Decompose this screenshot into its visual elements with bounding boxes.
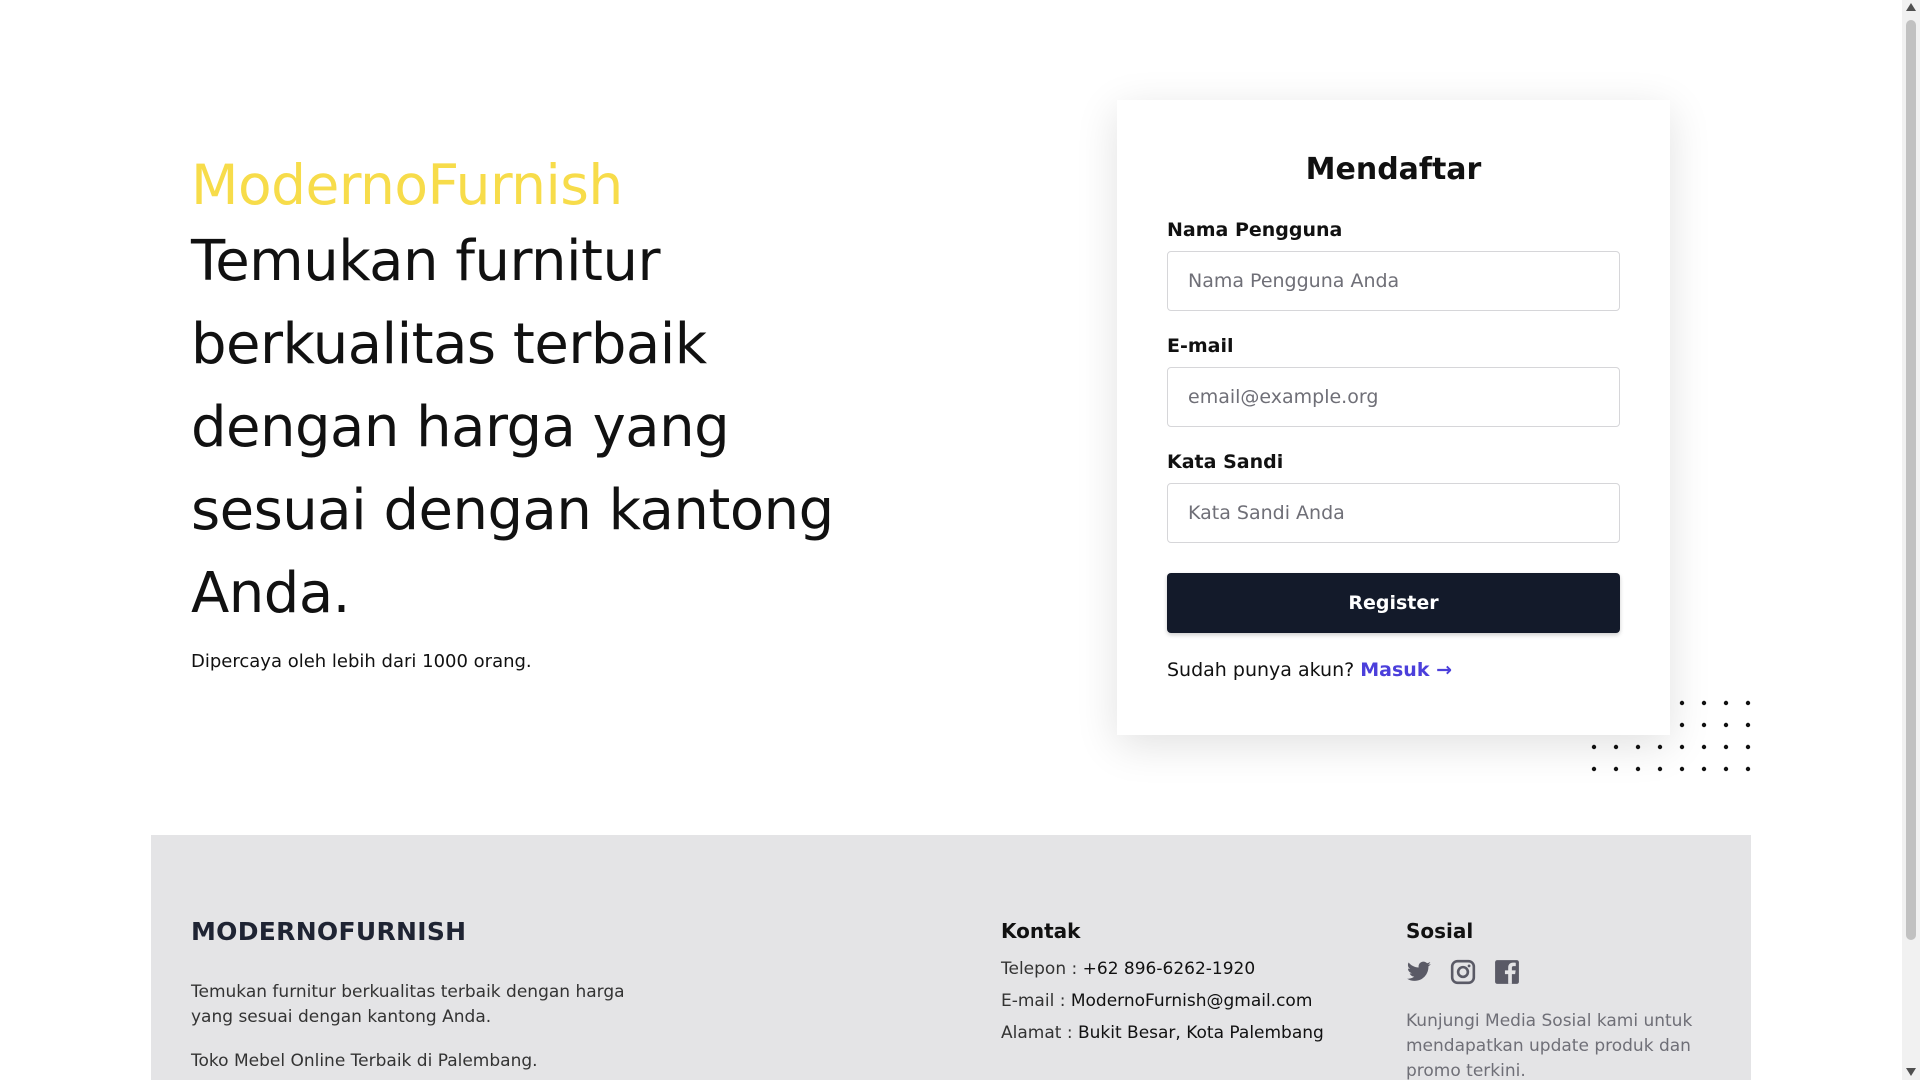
contact-email: E-mail : ModernoFurnish@gmail.com [1001, 991, 1324, 1011]
footer-contact: Kontak Telepon : +62 896-6262-1920 E-mai… [1001, 919, 1324, 1055]
password-label: Kata Sandi [1167, 451, 1284, 473]
contact-heading: Kontak [1001, 919, 1081, 943]
contact-address-label: Alamat : [1001, 1023, 1078, 1043]
username-label: Nama Pengguna [1167, 219, 1343, 241]
footer-brand: MODERNOFURNISH [191, 917, 467, 946]
email-label: E-mail [1167, 335, 1234, 357]
register-button[interactable]: Register [1167, 573, 1620, 633]
decorative-dots [1591, 700, 1751, 772]
social-description: Kunjungi Media Sosial kami untuk mendapa… [1406, 1011, 1693, 1080]
social-heading: Sosial [1406, 919, 1474, 943]
register-card: Mendaftar Nama Pengguna E-mail Kata Sand… [1117, 100, 1670, 735]
username-input[interactable] [1167, 251, 1620, 311]
footer-description: Temukan furnitur berkualitas terbaik den… [191, 982, 625, 1027]
footer-subtitle: Toko Mebel Online Terbaik di Palembang. [191, 1051, 538, 1071]
contact-address: Alamat : Bukit Besar, Kota Palembang [1001, 1023, 1324, 1043]
scroll-up-arrow-icon[interactable] [1906, 3, 1916, 11]
facebook-icon[interactable] [1494, 959, 1520, 989]
login-prompt-text: Sudah punya akun? [1167, 659, 1355, 681]
contact-email-value: ModernoFurnish@gmail.com [1070, 991, 1313, 1011]
hero-tagline: Temukan furnitur berkualitas terbaik den… [191, 229, 834, 626]
page-scrollbar[interactable] [1902, 0, 1920, 1080]
social-icons [1406, 959, 1696, 989]
contact-phone-value: +62 896-6262-1920 [1082, 959, 1256, 979]
hero-brand: ModernoFurnish [191, 153, 623, 217]
instagram-icon[interactable] [1450, 959, 1476, 989]
scroll-down-arrow-icon[interactable] [1906, 1068, 1916, 1076]
login-prompt-line: Sudah punya akun? Masuk → [1167, 659, 1620, 681]
scrollbar-thumb[interactable] [1906, 20, 1916, 940]
contact-email-label: E-mail : [1001, 991, 1071, 1011]
hero-trust-text: Dipercaya oleh lebih dari 1000 orang. [191, 651, 532, 672]
register-form: Nama Pengguna E-mail Kata Sandi Register [1167, 219, 1620, 633]
twitter-icon[interactable] [1406, 959, 1432, 989]
contact-phone: Telepon : +62 896-6262-1920 [1001, 959, 1324, 979]
footer: MODERNOFURNISH Temukan furnitur berkuali… [151, 835, 1751, 1080]
contact-address-value: Bukit Besar, Kota Palembang [1077, 1023, 1324, 1043]
login-link[interactable]: Masuk → [1360, 659, 1452, 681]
register-title: Mendaftar [1305, 152, 1482, 187]
email-input[interactable] [1167, 367, 1620, 427]
contact-phone-label: Telepon : [1001, 959, 1083, 979]
password-input[interactable] [1167, 483, 1620, 543]
footer-social: Sosial Kunjungi Media Sosial kami untuk … [1406, 919, 1696, 1080]
hero-section: ModernoFurnish Temukan furnitur berkuali… [191, 150, 851, 672]
